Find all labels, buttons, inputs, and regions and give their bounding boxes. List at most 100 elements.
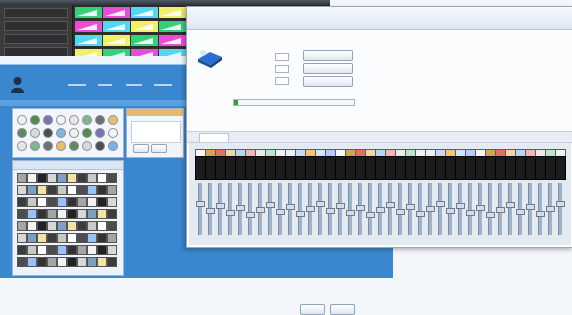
effect-swatch[interactable] bbox=[30, 141, 40, 151]
effect-swatch[interactable] bbox=[43, 128, 53, 138]
gobo-tile[interactable] bbox=[57, 257, 67, 267]
gobo-tile[interactable] bbox=[107, 197, 117, 207]
gobo-tile[interactable] bbox=[47, 233, 57, 243]
gobo-tile[interactable] bbox=[27, 173, 37, 183]
gobo-tile[interactable] bbox=[57, 233, 67, 243]
fader-knob[interactable] bbox=[386, 202, 395, 208]
fader-knob[interactable] bbox=[526, 204, 535, 210]
gobo-tile[interactable] bbox=[47, 173, 57, 183]
fader-knob[interactable] bbox=[346, 210, 355, 216]
gobo-tile[interactable] bbox=[107, 209, 117, 219]
gobo-tile[interactable] bbox=[67, 233, 77, 243]
gobo-tile[interactable] bbox=[27, 221, 37, 231]
gobo-tile[interactable] bbox=[27, 209, 37, 219]
gobo-tile[interactable] bbox=[97, 245, 107, 255]
gobo-tile[interactable] bbox=[97, 185, 107, 195]
effect-swatch[interactable] bbox=[17, 141, 27, 151]
effect-swatch[interactable] bbox=[56, 141, 66, 151]
gobo-tile[interactable] bbox=[17, 245, 27, 255]
fader-knob[interactable] bbox=[416, 211, 425, 217]
gobo-tile[interactable] bbox=[97, 173, 107, 183]
gobo-tile[interactable] bbox=[77, 209, 87, 219]
gobo-tile[interactable] bbox=[47, 185, 57, 195]
gobo-tile[interactable] bbox=[57, 221, 67, 231]
effect-swatch[interactable] bbox=[82, 128, 92, 138]
fader-knob[interactable] bbox=[356, 205, 365, 211]
gobo-tile[interactable] bbox=[107, 221, 117, 231]
gobo-tile[interactable] bbox=[27, 185, 37, 195]
cue-cell[interactable] bbox=[130, 20, 159, 33]
gobo-tile[interactable] bbox=[87, 185, 97, 195]
fader-knob[interactable] bbox=[486, 212, 495, 218]
value-field[interactable] bbox=[275, 77, 289, 85]
gobo-tile[interactable] bbox=[57, 197, 67, 207]
effect-swatch[interactable] bbox=[108, 128, 118, 138]
gobo-tile[interactable] bbox=[77, 173, 87, 183]
cue-cell[interactable] bbox=[102, 6, 131, 19]
fader-knob[interactable] bbox=[556, 201, 565, 207]
gobo-tile[interactable] bbox=[77, 245, 87, 255]
fader-knob[interactable] bbox=[466, 210, 475, 216]
sidebar-row[interactable] bbox=[4, 21, 68, 31]
fader-knob[interactable] bbox=[306, 206, 315, 212]
gobo-tile[interactable] bbox=[17, 185, 27, 195]
fader-knob[interactable] bbox=[366, 212, 375, 218]
cue-cell[interactable] bbox=[74, 34, 103, 47]
gobo-tile[interactable] bbox=[17, 173, 27, 183]
gobo-tile[interactable] bbox=[77, 257, 87, 267]
gobo-tile[interactable] bbox=[87, 257, 97, 267]
gobo-tile[interactable] bbox=[97, 209, 107, 219]
effect-swatch[interactable] bbox=[56, 115, 66, 125]
gobo-tile[interactable] bbox=[77, 185, 87, 195]
fader-knob[interactable] bbox=[406, 204, 415, 210]
effect-swatch[interactable] bbox=[95, 128, 105, 138]
gobo-tile[interactable] bbox=[67, 185, 77, 195]
gobo-tile[interactable] bbox=[37, 185, 47, 195]
fader-knob[interactable] bbox=[316, 201, 325, 207]
gobo-tile[interactable] bbox=[47, 221, 57, 231]
effect-swatch[interactable] bbox=[43, 141, 53, 151]
gobo-tile[interactable] bbox=[37, 221, 47, 231]
gobo-tile[interactable] bbox=[37, 257, 47, 267]
fader-knob[interactable] bbox=[276, 209, 285, 215]
gobo-tile[interactable] bbox=[37, 173, 47, 183]
gobo-tile[interactable] bbox=[87, 209, 97, 219]
gobo-tile[interactable] bbox=[37, 245, 47, 255]
sidebar-row[interactable] bbox=[4, 34, 68, 44]
fader-knob[interactable] bbox=[476, 205, 485, 211]
gobo-tile[interactable] bbox=[87, 233, 97, 243]
fader-knob[interactable] bbox=[296, 211, 305, 217]
gobo-tile[interactable] bbox=[87, 221, 97, 231]
effect-swatch[interactable] bbox=[30, 115, 40, 125]
fader-knob[interactable] bbox=[226, 210, 235, 216]
cue-cell[interactable] bbox=[130, 34, 159, 47]
effect-swatch[interactable] bbox=[95, 115, 105, 125]
gobo-tile[interactable] bbox=[107, 245, 117, 255]
fader-knob[interactable] bbox=[536, 211, 545, 217]
gobo-tile[interactable] bbox=[17, 233, 27, 243]
fader-knob[interactable] bbox=[286, 204, 295, 210]
gobo-tile[interactable] bbox=[17, 257, 27, 267]
gobo-tile[interactable] bbox=[77, 233, 87, 243]
gobo-tile[interactable] bbox=[37, 233, 47, 243]
fader-knob[interactable] bbox=[256, 207, 265, 213]
fader-knob[interactable] bbox=[266, 202, 275, 208]
gobo-tile[interactable] bbox=[67, 209, 77, 219]
effect-swatch[interactable] bbox=[17, 128, 27, 138]
value-field[interactable] bbox=[275, 53, 289, 61]
gobo-tile[interactable] bbox=[27, 245, 37, 255]
cue-cell[interactable] bbox=[158, 34, 187, 47]
gobo-tile[interactable] bbox=[77, 221, 87, 231]
fader-knob[interactable] bbox=[516, 209, 525, 215]
fader-knob[interactable] bbox=[196, 201, 205, 207]
fader-knob[interactable] bbox=[426, 206, 435, 212]
gobo-tile[interactable] bbox=[27, 233, 37, 243]
gobo-tile[interactable] bbox=[67, 245, 77, 255]
cue-cell[interactable] bbox=[74, 20, 103, 33]
fader-knob[interactable] bbox=[496, 207, 505, 213]
fader-knob[interactable] bbox=[396, 209, 405, 215]
effect-swatch[interactable] bbox=[82, 141, 92, 151]
gobo-tile[interactable] bbox=[97, 197, 107, 207]
dialog-button[interactable] bbox=[330, 304, 355, 315]
gobo-tile[interactable] bbox=[67, 257, 77, 267]
